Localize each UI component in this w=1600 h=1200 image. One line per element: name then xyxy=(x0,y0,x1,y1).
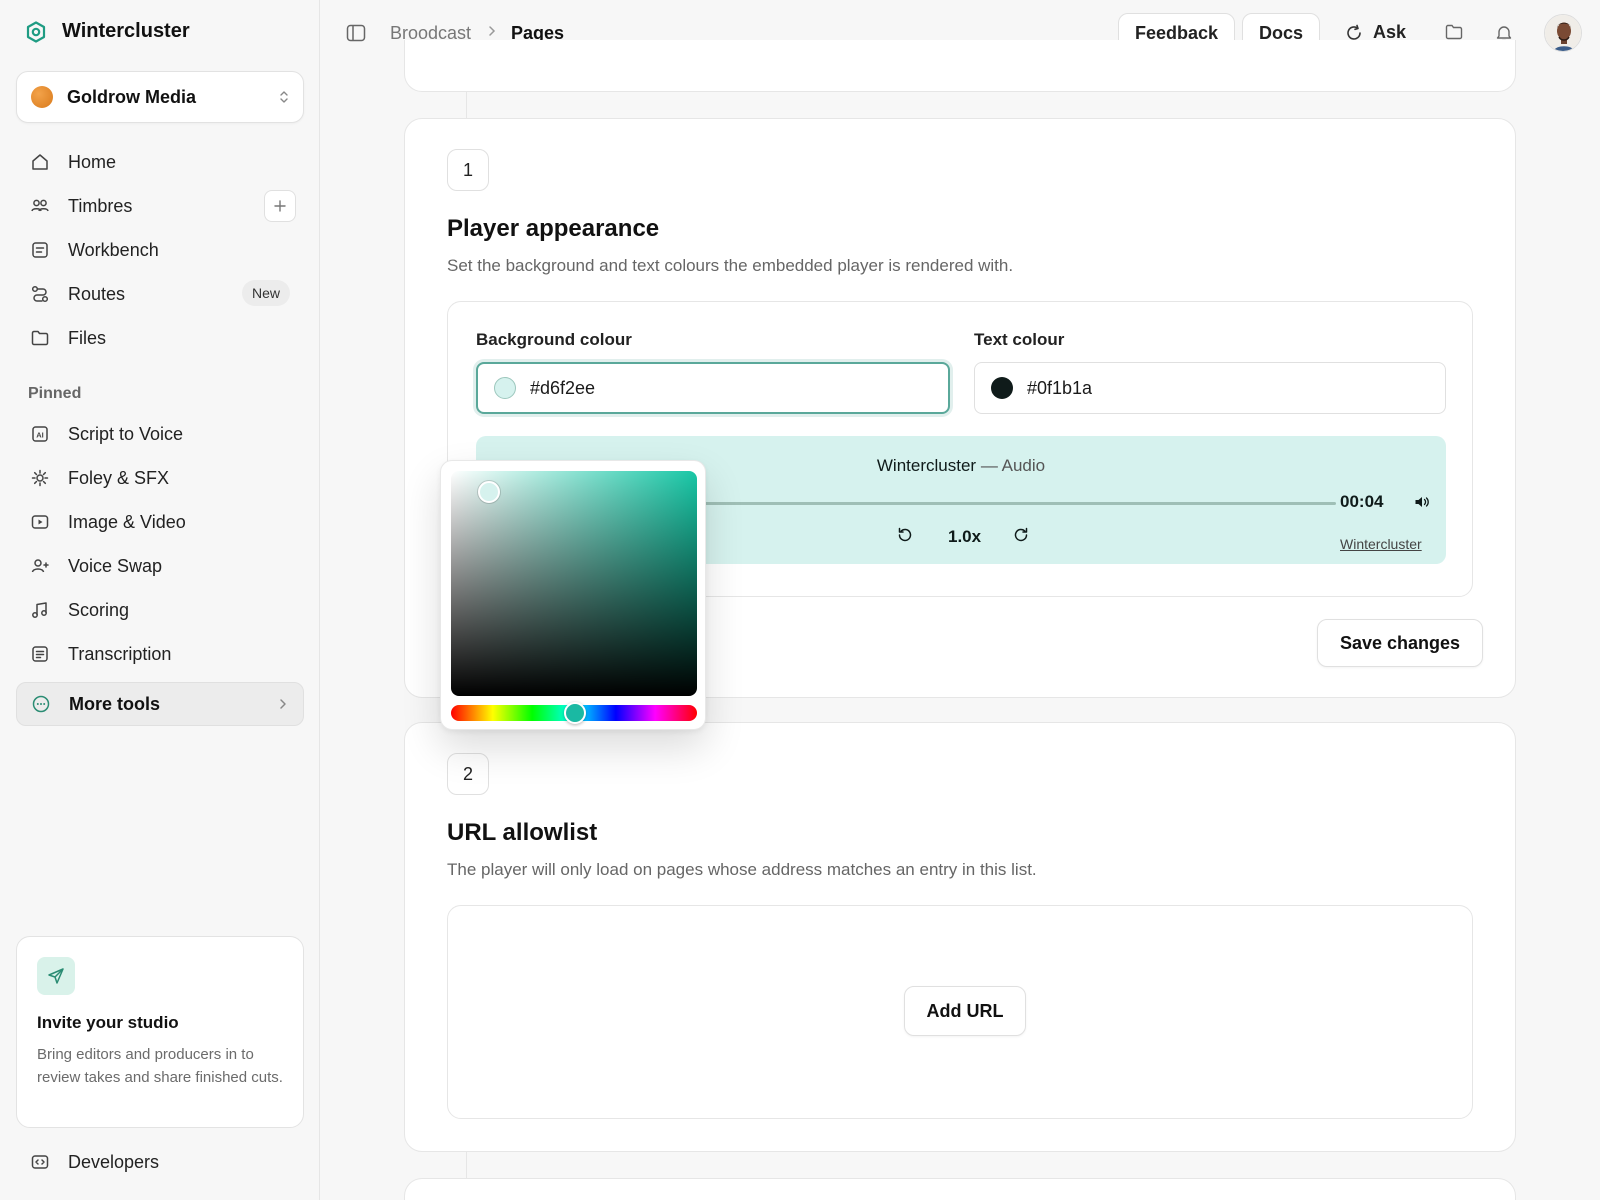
sidebar-item-label: Script to Voice xyxy=(68,423,184,444)
url-list-panel: Add URL xyxy=(447,905,1473,1119)
text-colour-input[interactable]: #0f1b1a xyxy=(974,362,1446,414)
chevron-right-icon xyxy=(279,698,287,710)
folder-icon[interactable] xyxy=(1445,24,1463,40)
saturation-value-area[interactable] xyxy=(451,471,697,696)
sidebar-item-label: Developers xyxy=(68,1151,160,1172)
user-plus-icon xyxy=(30,556,50,576)
step-badge: 1 xyxy=(447,149,489,191)
sidebar-item-foley-sfx[interactable]: Foley & SFX xyxy=(16,456,304,500)
logo-icon xyxy=(26,20,46,43)
brand[interactable]: Wintercluster xyxy=(26,20,190,43)
step-badge: 2 xyxy=(447,753,489,795)
sidebar-item-home[interactable]: Home xyxy=(16,140,304,184)
ai-icon: AI xyxy=(30,424,50,444)
section-title: Player appearance xyxy=(447,215,660,242)
sidebar-item-label: Files xyxy=(68,327,107,348)
text-colour-label: Text colour xyxy=(974,330,1065,349)
next-section-card xyxy=(404,1178,1516,1200)
volume-icon[interactable] xyxy=(1414,495,1430,509)
url-allowlist-card: 2 URL allowlist The player will only loa… xyxy=(404,722,1516,1152)
sidebar-item-label: Timbres xyxy=(68,195,133,216)
sidebar-item-label: Transcription xyxy=(68,643,172,664)
sidebar-item-workbench[interactable]: Workbench xyxy=(16,228,304,272)
sidebar-item-label: Foley & SFX xyxy=(68,467,170,488)
invite-card[interactable]: Invite your studio Bring editors and pro… xyxy=(16,936,304,1128)
new-badge: New xyxy=(241,280,290,306)
background-colour-input[interactable]: #d6f2ee xyxy=(476,362,950,414)
sidebar-item-timbres[interactable]: Timbres xyxy=(16,184,304,228)
saturation-value-handle[interactable] xyxy=(478,481,500,503)
send-icon xyxy=(37,957,75,995)
route-icon xyxy=(30,284,50,304)
text-colour-value: #0f1b1a xyxy=(1027,377,1093,398)
more-circle-icon xyxy=(31,694,51,714)
svg-text:AI: AI xyxy=(36,431,44,440)
sidebar-item-files[interactable]: Files xyxy=(16,316,304,360)
sidebar: Wintercluster Goldrow Media Home Timbres… xyxy=(0,0,320,1200)
add-timbre-button[interactable] xyxy=(264,190,296,222)
timeline-connector xyxy=(466,92,467,120)
sidebar-item-label: Workbench xyxy=(68,239,159,260)
save-changes-button[interactable]: Save changes xyxy=(1317,619,1484,667)
color-picker-popover xyxy=(440,460,706,730)
refresh-icon xyxy=(1345,24,1363,42)
section-title: URL allowlist xyxy=(447,819,598,846)
sidebar-item-label: More tools xyxy=(69,693,161,714)
sidebar-item-developers[interactable]: Developers xyxy=(16,1140,304,1184)
section-description: The player will only load on pages whose… xyxy=(447,860,1037,879)
sidebar-item-routes[interactable]: Routes New xyxy=(16,272,304,316)
sidebar-toggle-icon[interactable] xyxy=(346,24,366,42)
sidebar-item-label: Scoring xyxy=(68,599,130,620)
previous-section-card xyxy=(404,40,1516,92)
folder-icon xyxy=(30,328,50,348)
sidebar-item-image-video[interactable]: Image & Video xyxy=(16,500,304,544)
org-avatar xyxy=(31,86,53,108)
player-title-dash: — xyxy=(980,456,998,475)
sidebar-item-transcription[interactable]: Transcription xyxy=(16,632,304,676)
timeline-connector xyxy=(466,1152,467,1178)
hue-slider-handle[interactable] xyxy=(564,702,586,724)
player-title-text: Wintercluster xyxy=(876,456,977,475)
brand-name: Wintercluster xyxy=(62,20,190,42)
invite-title: Invite your studio xyxy=(37,1013,179,1032)
playback-speed[interactable]: 1.0x xyxy=(948,527,981,547)
sidebar-item-scoring[interactable]: Scoring xyxy=(16,588,304,632)
player-brand-link[interactable]: Wintercluster xyxy=(1340,536,1422,552)
gear-icon xyxy=(30,468,50,488)
add-url-button[interactable]: Add URL xyxy=(904,986,1026,1036)
pinned-heading: Pinned xyxy=(28,385,82,402)
sidebar-item-label: Home xyxy=(68,151,117,172)
sidebar-item-script-to-voice[interactable]: AI Script to Voice xyxy=(16,412,304,456)
player-time: 00:04 xyxy=(1340,492,1384,511)
background-colour-swatch[interactable] xyxy=(494,377,516,399)
sidebar-item-label: Image & Video xyxy=(68,511,186,532)
video-icon xyxy=(30,512,50,532)
sidebar-item-label: Voice Swap xyxy=(68,555,163,576)
invite-text: Bring editors and producers in to review… xyxy=(37,1046,283,1086)
player-subtitle: Audio xyxy=(1001,456,1046,475)
sidebar-item-voice-swap[interactable]: Voice Swap xyxy=(16,544,304,588)
hue-slider[interactable] xyxy=(451,702,697,724)
document-icon xyxy=(30,240,50,260)
user-avatar[interactable] xyxy=(1544,14,1582,52)
section-description: Set the background and text colours the … xyxy=(447,256,1014,275)
music-icon xyxy=(30,600,50,620)
chevron-up-down-icon xyxy=(279,90,289,104)
background-colour-value: #d6f2ee xyxy=(530,377,596,398)
home-icon xyxy=(30,152,50,172)
code-icon xyxy=(30,1152,50,1172)
sidebar-item-label: Routes xyxy=(68,283,126,304)
users-icon xyxy=(30,196,50,216)
forward-icon[interactable] xyxy=(1012,526,1030,544)
org-switcher[interactable]: Goldrow Media xyxy=(16,71,304,123)
text-document-icon xyxy=(30,644,50,664)
text-colour-swatch[interactable] xyxy=(991,377,1013,399)
sidebar-item-more-tools[interactable]: More tools xyxy=(16,682,304,726)
breadcrumb-chevron-icon xyxy=(488,25,496,37)
background-colour-label: Background colour xyxy=(476,330,632,349)
rewind-icon[interactable] xyxy=(896,526,914,544)
org-name: Goldrow Media xyxy=(67,86,197,107)
